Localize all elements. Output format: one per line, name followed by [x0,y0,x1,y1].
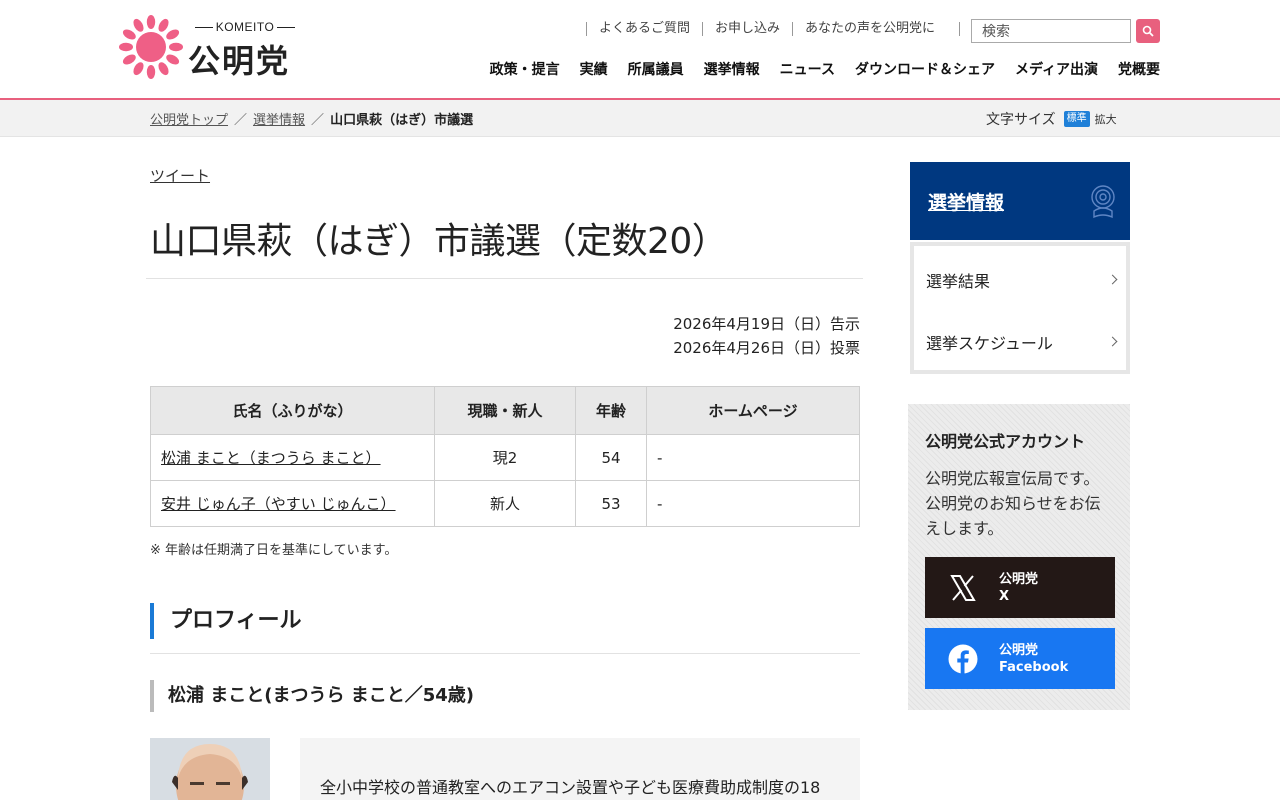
homepage-cell: - [646,434,860,481]
candidate-name-cell: 安井 じゅん子（やすい じゅんこ） [150,480,435,527]
search-button[interactable] [1136,19,1160,43]
font-size-large-button[interactable]: 拡大 [1095,111,1117,127]
util-link-voice[interactable]: あなたの声を公明党に [792,22,947,36]
breadcrumb-election[interactable]: 選挙情報 [253,113,305,128]
column-header: 氏名（ふりがな） [150,386,435,435]
profile-text-box: 全小中学校の普通教室へのエアコン設置や子ども医療費助成制度の18 [300,738,860,800]
nav-download[interactable]: ダウンロード＆シェア [855,59,995,79]
breadcrumb-home[interactable]: 公明党トップ [150,113,228,128]
breadcrumb: 公明党トップ ／ 選挙情報 ／ 山口県萩（はぎ）市議選 [150,109,473,128]
announcement-date: 2026年4月19日（日）告示 [673,315,860,333]
age-note: ※ 年齢は任期満了日を基準にしています。 [150,543,398,558]
breadcrumb-bar: 公明党トップ ／ 選挙情報 ／ 山口県萩（はぎ）市議選 文字サイズ 標準 拡大 [0,100,1280,137]
nav-about[interactable]: 党概要 [1118,59,1160,79]
profile-name-heading: 松浦 まこと(まつうら まこと／54歳) [150,680,474,712]
status-cell: 新人 [434,480,576,527]
search-icon [1142,25,1154,37]
util-divider [959,22,961,36]
logo-japanese: 公明党 [188,42,291,80]
candidate-name-cell: 松浦 まこと（まつうら まこと） [150,434,435,481]
nav-achievements[interactable]: 実績 [580,59,608,79]
fb-label-line1: 公明党 [999,642,1039,658]
facebook-button-label: 公明党 Facebook [999,642,1068,676]
profile-heading: プロフィール [150,603,860,639]
sidebar-header: 選挙情報 [910,162,1130,240]
sidebar-menu: 選挙結果 選挙スケジュール [910,242,1130,374]
search-input[interactable] [971,19,1131,43]
nav-election[interactable]: 選挙情報 [704,59,760,79]
font-size-label: 文字サイズ [986,112,1056,128]
rose-emblem-icon [1091,185,1115,219]
profile-text: 全小中学校の普通教室へのエアコン設置や子ども医療費助成制度の18 [320,778,821,797]
sidebar-item-label: 選挙結果 [926,272,991,291]
candidate-table: 氏名（ふりがな） 現職・新人 年齢 ホームページ 松浦 まこと（まつうら まこと… [150,386,860,527]
accounts-description: 公明党広報宣伝局です。公明党のお知らせをお伝えします。 [925,469,1101,538]
breadcrumb-current: 山口県萩（はぎ）市議選 [330,113,474,128]
x-account-button[interactable]: 公明党 X [925,557,1115,618]
site-header: KOMEITO 公明党 よくあるご質問 お申し込み あなたの声を公明党に 政策・… [0,0,1280,98]
util-link-faq[interactable]: よくあるご質問 [586,22,702,36]
breadcrumb-separator: ／ [234,113,248,128]
sidebar-item-label: 選挙スケジュール [926,334,1053,353]
chevron-right-icon [1107,336,1118,347]
nav-news[interactable]: ニュース [780,59,835,79]
facebook-account-button[interactable]: 公明党 Facebook [925,628,1115,689]
table-row: 松浦 まこと（まつうら まこと） 現2 54 - [150,434,860,481]
page-title: 山口県萩（はぎ）市議選（定数20） [150,221,728,262]
facebook-logo-icon [947,643,979,675]
utility-links: よくあるご質問 お申し込み あなたの声を公明党に [586,22,961,36]
table-row: 安井 じゅん子（やすい じゅんこ） 新人 53 - [150,480,860,527]
column-header: 現職・新人 [434,386,576,435]
breadcrumb-separator: ／ [311,113,325,128]
tweet-link[interactable]: ツイート [150,165,210,186]
sidebar-item-results[interactable]: 選挙結果 [914,246,1126,308]
sidebar-item-schedule[interactable]: 選挙スケジュール [914,308,1126,370]
voting-date: 2026年4月26日（日）投票 [673,339,860,357]
table-header-row: 氏名（ふりがな） 現職・新人 年齢 ホームページ [150,386,860,435]
title-divider [146,278,863,279]
profile-divider [150,653,860,654]
column-header: 年齢 [575,386,647,435]
komeito-sun-logo-icon [119,15,183,79]
candidate-name-link[interactable]: 安井 じゅん子（やすい じゅんこ） [161,495,396,513]
site-logo[interactable]: KOMEITO 公明党 [118,14,318,80]
nav-members[interactable]: 所属議員 [628,59,684,79]
font-size-control: 文字サイズ 標準 拡大 [986,109,1117,129]
homepage-cell: - [646,480,860,527]
age-cell: 54 [575,434,647,481]
accounts-title: 公明党公式アカウント [925,432,1086,451]
sidebar-title[interactable]: 選挙情報 [928,188,1004,215]
candidate-name-link[interactable]: 松浦 まこと（まつうら まこと） [161,449,381,467]
official-accounts-box: 公明党公式アカウント 公明党広報宣伝局です。公明党のお知らせをお伝えします。 公… [908,404,1130,710]
nav-media[interactable]: メディア出演 [1015,59,1098,79]
fb-label-line2: Facebook [999,659,1069,675]
age-cell: 53 [575,480,647,527]
x-label-line1: 公明党 [999,571,1039,587]
column-header: ホームページ [646,386,860,435]
candidate-photo [150,738,270,800]
chevron-right-icon [1107,274,1118,285]
logo-english: KOMEITO [186,20,304,34]
font-size-standard-button[interactable]: 標準 [1063,111,1090,127]
util-link-apply[interactable]: お申し込み [702,22,792,36]
x-label-line2: X [999,588,1010,604]
x-logo-icon [947,572,979,604]
election-dates: 2026年4月19日（日）告示 2026年4月26日（日）投票 [673,312,860,360]
x-button-label: 公明党 X [999,571,1038,605]
nav-policy[interactable]: 政策・提言 [490,59,560,79]
status-cell: 現2 [434,434,576,481]
global-nav: 政策・提言 実績 所属議員 選挙情報 ニュース ダウンロード＆シェア メディア出… [490,59,1160,79]
